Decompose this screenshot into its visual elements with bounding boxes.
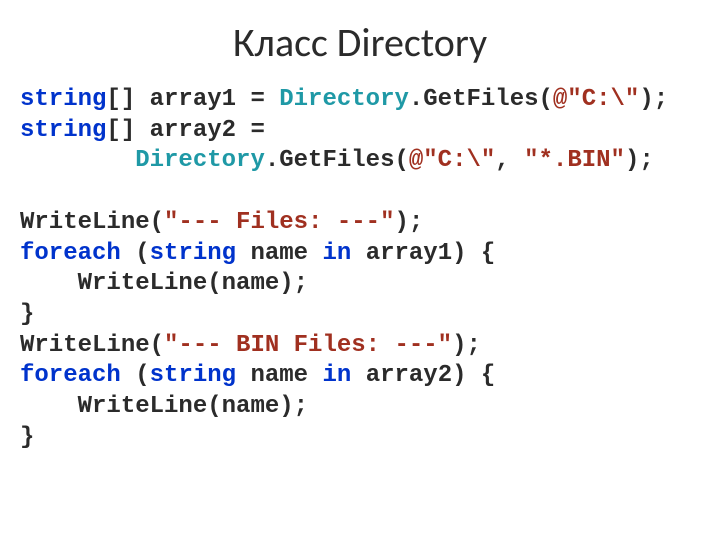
string-literal: @"C:\" (409, 147, 495, 174)
code-text: ( (121, 362, 150, 389)
code-text: array1) { (351, 240, 495, 267)
code-text: ); (394, 209, 423, 236)
code-text: ); (452, 332, 481, 359)
code-text: [] array1 = (106, 86, 279, 113)
code-text: ( (121, 240, 150, 267)
keyword-in: in (322, 362, 351, 389)
keyword-foreach: foreach (20, 240, 121, 267)
class-directory: Directory (135, 147, 265, 174)
keyword-string: string (20, 86, 106, 113)
string-literal: "*.BIN" (524, 147, 625, 174)
code-text: } (20, 301, 34, 328)
string-literal: "--- BIN Files: ---" (164, 332, 452, 359)
code-text (20, 147, 135, 174)
code-text: WriteLine( (20, 209, 164, 236)
code-text: } (20, 424, 34, 451)
code-block: string[] array1 = Directory.GetFiles(@"C… (20, 85, 700, 454)
keyword-string: string (150, 362, 236, 389)
code-text: name (236, 362, 322, 389)
code-text: , (495, 147, 524, 174)
class-directory: Directory (279, 86, 409, 113)
code-text: .GetFiles( (409, 86, 553, 113)
string-literal: "--- Files: ---" (164, 209, 394, 236)
code-text: WriteLine(name); (20, 393, 308, 420)
keyword-foreach: foreach (20, 362, 121, 389)
code-text: WriteLine(name); (20, 270, 308, 297)
string-literal: @"C:\" (553, 86, 639, 113)
keyword-string: string (20, 117, 106, 144)
code-text: name (236, 240, 322, 267)
code-text: [] array2 = (106, 117, 279, 144)
code-text: ); (625, 147, 654, 174)
page-title: Класс Directory (20, 18, 700, 67)
code-text: .GetFiles( (265, 147, 409, 174)
code-text: WriteLine( (20, 332, 164, 359)
keyword-string: string (150, 240, 236, 267)
code-text: array2) { (351, 362, 495, 389)
slide: Класс Directory string[] array1 = Direct… (0, 0, 720, 474)
code-text: ); (639, 86, 668, 113)
keyword-in: in (322, 240, 351, 267)
